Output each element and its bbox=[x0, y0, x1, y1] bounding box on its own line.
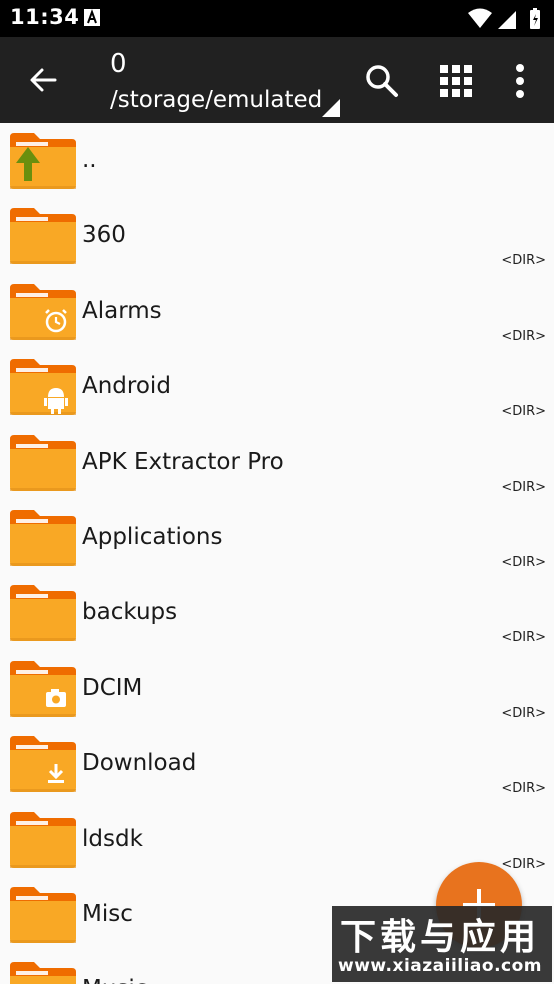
file-name: 360 bbox=[82, 222, 126, 249]
list-item[interactable]: Download <DIR> bbox=[0, 726, 554, 801]
folder-icon bbox=[10, 208, 76, 265]
list-item[interactable]: Applications <DIR> bbox=[0, 500, 554, 575]
file-type: <DIR> bbox=[501, 404, 546, 420]
file-name: .. bbox=[82, 147, 97, 173]
toolbar: 0 /storage/emulated bbox=[0, 37, 554, 123]
file-name: Alarms bbox=[82, 297, 162, 324]
wifi-icon bbox=[468, 8, 492, 28]
file-name: Android bbox=[82, 373, 171, 400]
file-list: .. 360 <DIR> Alarms <DIR> Android <DIR> APK Ext… bbox=[0, 123, 554, 984]
list-item[interactable]: Android <DIR> bbox=[0, 349, 554, 424]
file-type: <DIR> bbox=[501, 479, 546, 495]
status-time: 11:34 bbox=[10, 5, 80, 29]
grid-view-icon[interactable] bbox=[436, 61, 476, 101]
list-item[interactable]: .. bbox=[0, 123, 554, 198]
folder-icon bbox=[10, 811, 76, 868]
status-bar: 11:34 bbox=[0, 0, 554, 37]
folder-icon bbox=[10, 434, 76, 491]
list-item[interactable]: DCIM <DIR> bbox=[0, 651, 554, 726]
folder-android-icon bbox=[10, 359, 76, 416]
watermark: 下载与应用 www.xiazaiiliao.com bbox=[332, 906, 552, 982]
file-type: <DIR> bbox=[501, 630, 546, 646]
folder-alarm-icon bbox=[10, 283, 76, 340]
folder-icon bbox=[10, 510, 76, 566]
file-name: Music bbox=[82, 976, 147, 984]
path-dropdown-icon[interactable] bbox=[322, 99, 340, 117]
status-icons bbox=[468, 8, 540, 29]
file-name: APK Extractor Pro bbox=[82, 448, 284, 475]
more-vert-icon[interactable] bbox=[504, 59, 536, 103]
selection-count: 0 bbox=[110, 49, 127, 79]
list-item[interactable]: APK Extractor Pro <DIR> bbox=[0, 425, 554, 500]
current-path[interactable]: /storage/emulated bbox=[110, 87, 322, 113]
notification-a-icon bbox=[84, 9, 100, 26]
file-type: <DIR> bbox=[501, 705, 546, 721]
file-type: <DIR> bbox=[501, 781, 546, 797]
file-type: <DIR> bbox=[501, 253, 546, 269]
cell-signal-icon bbox=[498, 11, 516, 29]
file-type: <DIR> bbox=[501, 555, 546, 570]
file-name: Download bbox=[82, 750, 197, 777]
file-type: <DIR> bbox=[501, 328, 546, 344]
watermark-url: www.xiazaiiliao.com bbox=[338, 956, 543, 976]
folder-up-icon bbox=[10, 133, 76, 189]
file-name: DCIM bbox=[82, 674, 143, 701]
list-item[interactable]: 360 <DIR> bbox=[0, 198, 554, 273]
back-arrow-icon[interactable] bbox=[22, 59, 64, 101]
file-name: ldsdk bbox=[82, 825, 143, 852]
search-icon[interactable] bbox=[360, 59, 404, 103]
list-item[interactable]: backups <DIR> bbox=[0, 575, 554, 650]
file-name: Misc bbox=[82, 901, 133, 927]
file-type: <DIR> bbox=[501, 856, 546, 872]
list-item[interactable]: Alarms <DIR> bbox=[0, 274, 554, 349]
file-name: Applications bbox=[82, 524, 223, 550]
folder-camera-icon bbox=[10, 660, 76, 717]
file-name: backups bbox=[82, 599, 178, 626]
folder-icon bbox=[10, 585, 76, 642]
folder-download-icon bbox=[10, 736, 76, 793]
folder-icon bbox=[10, 962, 76, 984]
folder-icon bbox=[10, 887, 76, 943]
watermark-title: 下载与应用 bbox=[340, 916, 541, 958]
